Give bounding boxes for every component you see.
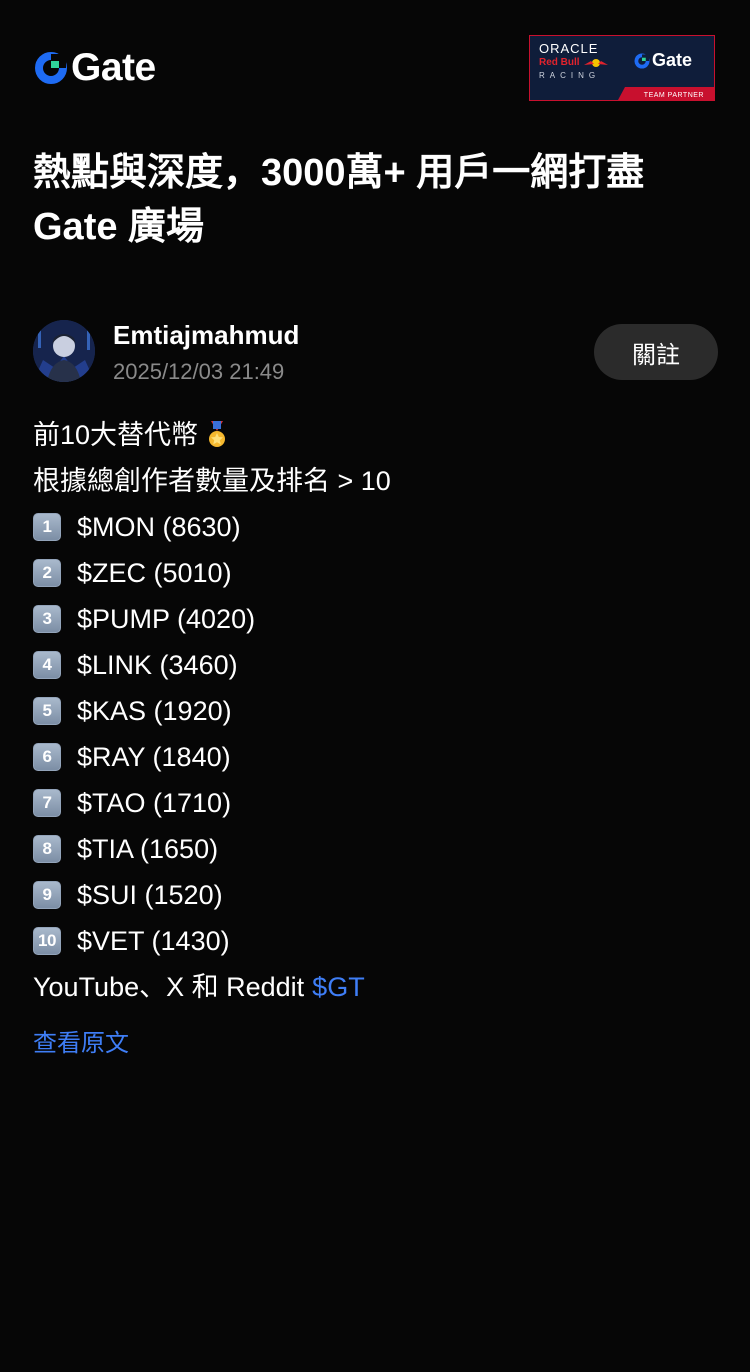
red-bull-icon xyxy=(583,59,608,67)
list-item: 6 $RAY (1840) xyxy=(33,734,723,780)
hashtag-link[interactable]: $GT xyxy=(312,964,365,1010)
rank-item-text: $VET (1430) xyxy=(77,926,230,956)
post-title-text: 前10大替代幣 xyxy=(33,420,199,450)
list-item: 5 $KAS (1920) xyxy=(33,688,723,734)
rank-number-badge: 9 xyxy=(33,881,61,909)
rank-number-badge: 8 xyxy=(33,835,61,863)
partner-redbull-row: Red Bull xyxy=(539,56,629,70)
rank-item-text: $ZEC (5010) xyxy=(77,558,232,588)
rank-number-badge: 1 xyxy=(33,513,61,541)
post-body: 前10大替代幣 根據總創作者數量及排名 > 10 1 $MON (8630) 2 $Z… xyxy=(33,412,723,1010)
author-name[interactable]: Emtiajmahmud xyxy=(113,318,299,352)
rank-item-text: $MON (8630) xyxy=(77,512,241,542)
post-title-line: 前10大替代幣 xyxy=(33,412,723,458)
medal-icon xyxy=(209,421,226,447)
list-item: 1 $MON (8630) xyxy=(33,504,723,550)
partner-left: ORACLE Red Bull RACING xyxy=(539,42,629,82)
rank-number-badge: 2 xyxy=(33,559,61,587)
partner-gate-logo: Gate xyxy=(634,50,692,71)
gate-logo[interactable]: Gate xyxy=(34,46,156,89)
partner-tagline: TEAM PARTNER xyxy=(643,92,704,99)
page-headline: 熱點與深度，3000萬+ 用戶一網打盡 Gate 廣場 xyxy=(33,152,645,248)
list-item: 4 $LINK (3460) xyxy=(33,642,723,688)
gate-logo-icon xyxy=(634,52,650,69)
follow-button[interactable]: 關註 xyxy=(594,324,718,380)
partner-oracle-text: ORACLE xyxy=(539,41,599,56)
rank-item-text: $SUI (1520) xyxy=(77,880,223,910)
gate-logo-icon xyxy=(35,52,67,84)
list-item: 10 $VET (1430) xyxy=(33,918,723,964)
post-timestamp: 2025/12/03 21:49 xyxy=(113,359,285,384)
partner-racing-text: RACING xyxy=(539,71,601,80)
header: Gate ORACLE Red Bull RACING Gate TEAM PA… xyxy=(0,0,750,130)
rank-item-text: $TAO (1710) xyxy=(77,788,232,818)
rank-number-badge: 6 xyxy=(33,743,61,771)
rank-number-badge: 3 xyxy=(33,605,61,633)
post-sources-text: YouTube、X 和 Reddit xyxy=(33,972,305,1002)
rank-item-text: $PUMP (4020) xyxy=(77,604,256,634)
rank-number-badge: 4 xyxy=(33,651,61,679)
brand-name: Gate xyxy=(71,46,156,89)
rank-item-text: $LINK (3460) xyxy=(77,650,238,680)
partner-redbull-text: Red Bull xyxy=(539,57,580,68)
list-item: 3 $PUMP (4020) xyxy=(33,596,723,642)
avatar[interactable] xyxy=(33,320,95,382)
post-subtitle-line: 根據總創作者數量及排名 > 10 xyxy=(33,466,391,496)
rank-number-badge: 5 xyxy=(33,697,61,725)
view-original-link[interactable]: 查看原文 xyxy=(33,1024,129,1064)
rank-number-badge: 7 xyxy=(33,789,61,817)
list-item: 2 $ZEC (5010) xyxy=(33,550,723,596)
rank-item-text: $KAS (1920) xyxy=(77,696,232,726)
partner-gate-text: Gate xyxy=(652,50,693,70)
ranking-list: 1 $MON (8630) 2 $ZEC (5010) 3 $PUMP (4020) 4 $L… xyxy=(33,504,723,964)
list-item: 7 $TAO (1710) xyxy=(33,780,723,826)
rank-item-text: $TIA (1650) xyxy=(77,834,219,864)
rank-number-badge: 10 xyxy=(33,927,61,955)
avatar-image xyxy=(33,320,95,382)
partner-badge[interactable]: ORACLE Red Bull RACING Gate TEAM PARTNER xyxy=(529,35,715,101)
rank-item-text: $RAY (1840) xyxy=(77,742,231,772)
post-sources-line: YouTube、X 和 Reddit $GT xyxy=(33,964,723,1010)
list-item: 9 $SUI (1520) xyxy=(33,872,723,918)
list-item: 8 $TIA (1650) xyxy=(33,826,723,872)
